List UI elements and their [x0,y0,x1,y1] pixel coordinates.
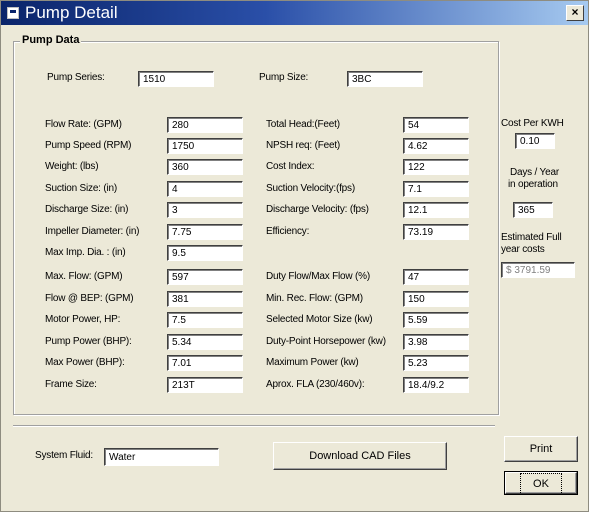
right-field-label: Cost Index: [266,161,315,172]
right-field-label: Aprox. FLA (230/460v): [266,379,365,390]
right-field-label: Discharge Velocity: (fps) [266,204,369,215]
ok-button-label: OK [520,473,562,495]
right-field-value[interactable]: 47 [403,269,469,285]
right-field-value[interactable]: 150 [403,291,469,307]
separator [13,425,495,427]
system-fluid-field[interactable]: Water [104,448,219,466]
left-field-value[interactable]: 3 [167,202,243,218]
right-field-value[interactable]: 3.98 [403,334,469,350]
right-field-label: Duty-Point Horsepower (kw) [266,336,386,347]
title-bar[interactable]: Pump Detail × [1,1,588,25]
cost-per-kwh-field[interactable]: 0.10 [515,133,555,149]
left-field-value[interactable]: 5.34 [167,334,243,350]
right-field-value[interactable]: 4.62 [403,138,469,154]
left-field-label: Max Power (BHP): [45,357,125,368]
right-field-label: Total Head:(Feet) [266,119,340,130]
left-field-value[interactable]: 7.01 [167,355,243,371]
right-field-value[interactable]: 7.1 [403,181,469,197]
left-field-label: Pump Power (BHP): [45,336,132,347]
right-field-value[interactable]: 122 [403,159,469,175]
days-per-year-label-2: in operation [508,179,558,190]
left-field-value[interactable]: 7.5 [167,312,243,328]
right-field-label: Efficiency: [266,226,310,237]
pump-detail-window: Pump Detail × Pump Data Pump Series: 151… [0,0,589,512]
left-field-label: Weight: (lbs) [45,161,99,172]
print-button[interactable]: Print [504,436,578,462]
app-icon [7,7,19,19]
left-field-value[interactable]: 9.5 [167,245,243,261]
estimated-cost-field: $ 3791.59 [501,262,575,278]
left-field-label: Discharge Size: (in) [45,204,129,215]
pump-size-field[interactable]: 3BC [347,71,423,87]
right-field-value[interactable]: 18.4/9.2 [403,377,469,393]
left-field-value[interactable]: 597 [167,269,243,285]
left-field-label: Impeller Diameter: (in) [45,226,140,237]
estimated-cost-label-2: year costs [501,244,545,255]
days-per-year-label: Days / Year [510,167,559,178]
left-field-value[interactable]: 7.75 [167,224,243,240]
right-field-value[interactable]: 12.1 [403,202,469,218]
pump-series-field[interactable]: 1510 [138,71,214,87]
group-title: Pump Data [20,34,82,46]
right-field-value[interactable]: 54 [403,117,469,133]
left-field-value[interactable]: 1750 [167,138,243,154]
left-field-label: Frame Size: [45,379,97,390]
ok-button[interactable]: OK [504,471,578,495]
right-field-value[interactable]: 5.23 [403,355,469,371]
pump-size-label: Pump Size: [259,72,309,83]
window-title: Pump Detail [25,3,118,22]
download-cad-button[interactable]: Download CAD Files [273,442,447,470]
right-field-label: Duty Flow/Max Flow (%) [266,271,370,282]
cost-per-kwh-label: Cost Per KWH [501,118,564,129]
pump-series-label: Pump Series: [47,72,105,83]
right-field-label: Maximum Power (kw) [266,357,359,368]
left-field-label: Motor Power, HP: [45,314,121,325]
right-field-value[interactable]: 5.59 [403,312,469,328]
left-field-label: Flow Rate: (GPM) [45,119,122,130]
right-field-value[interactable]: 73.19 [403,224,469,240]
right-field-label: Min. Rec. Flow: (GPM) [266,293,363,304]
left-field-label: Suction Size: (in) [45,183,117,194]
right-field-label: Selected Motor Size (kw) [266,314,373,325]
right-field-label: Suction Velocity:(fps) [266,183,355,194]
left-field-label: Max. Flow: (GPM) [45,271,123,282]
left-field-value[interactable]: 4 [167,181,243,197]
left-field-value[interactable]: 360 [167,159,243,175]
system-fluid-label: System Fluid: [35,450,93,461]
left-field-label: Flow @ BEP: (GPM) [45,293,134,304]
left-field-label: Pump Speed (RPM) [45,140,132,151]
left-field-label: Max Imp. Dia. : (in) [45,247,126,258]
days-per-year-field[interactable]: 365 [513,202,553,218]
right-field-label: NPSH req: (Feet) [266,140,341,151]
left-field-value[interactable]: 280 [167,117,243,133]
estimated-cost-label: Estimated Full [501,232,562,243]
left-field-value[interactable]: 213T [167,377,243,393]
left-field-value[interactable]: 381 [167,291,243,307]
close-button[interactable]: × [566,5,584,21]
